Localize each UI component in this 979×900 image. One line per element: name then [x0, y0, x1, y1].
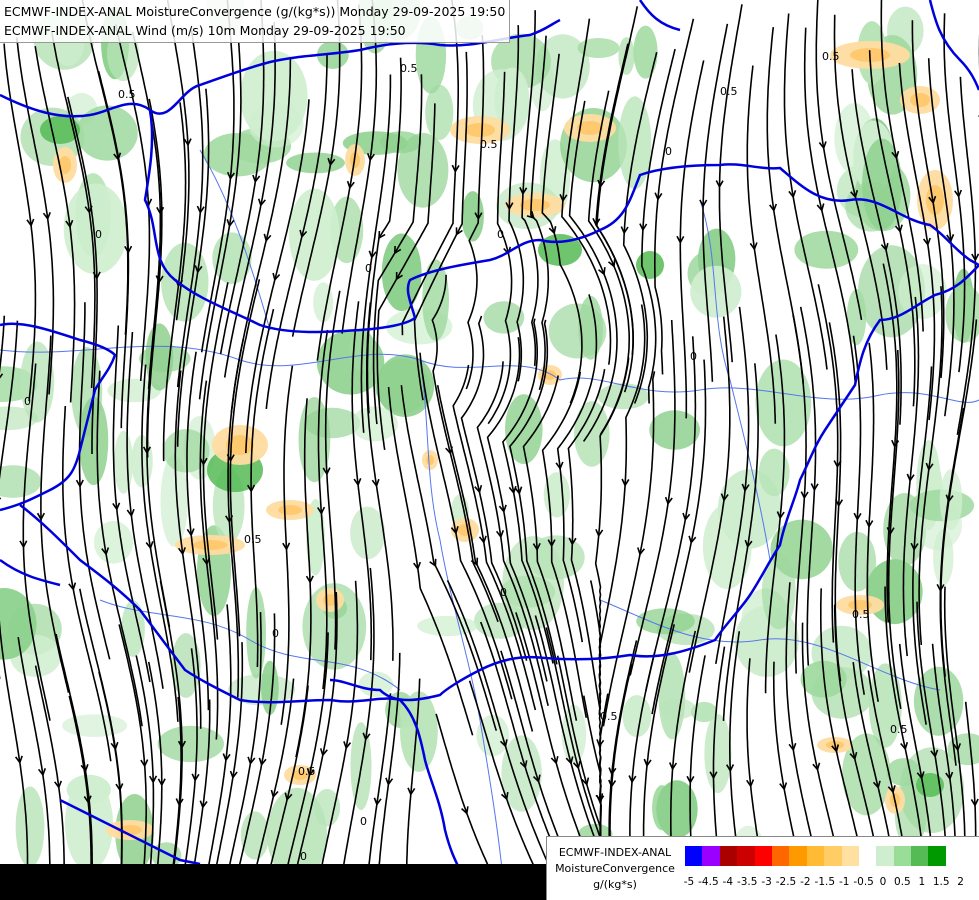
colorbar-swatch — [858, 846, 877, 866]
divergence-core — [278, 505, 302, 515]
colorbar-tick-label: 0.5 — [894, 876, 911, 888]
colorbar-tick-label: -3.5 — [736, 876, 758, 888]
colorbar-tick-label: -1 — [838, 876, 850, 888]
colorbar-tick-label: 2 — [957, 876, 964, 888]
contour-label: 0.5 — [480, 138, 498, 151]
convergence-area — [240, 811, 269, 860]
colorbar-swatch — [928, 846, 946, 866]
colorbar-tick-label: -1.5 — [814, 876, 836, 888]
colorbar-tick-label: -0.5 — [853, 876, 874, 888]
colorbar-tick-label: -2 — [800, 876, 811, 888]
colorbar-swatch — [771, 846, 790, 866]
colorbar-tick-label: -4 — [722, 876, 734, 888]
divergence-core — [465, 123, 495, 137]
contour-label: 0 — [365, 262, 372, 275]
contour-label: 0 — [95, 228, 102, 241]
colorbar-tick-label: -3 — [761, 876, 772, 888]
colorbar-tick-label: -5 — [683, 876, 695, 888]
contour-label: 0.5 — [298, 765, 316, 778]
title-moisture: ECMWF-INDEX-ANAL MoistureConvergence (g/… — [4, 4, 506, 19]
colorbar — [685, 846, 946, 866]
legend-model: ECMWF-INDEX-ANAL — [558, 846, 672, 859]
colorbar-tick-label: 1.5 — [932, 876, 950, 888]
contour-label: 0 — [360, 815, 367, 828]
convergence-area — [704, 714, 732, 794]
divergence-core — [426, 455, 434, 465]
contour-label: 0.5 — [720, 85, 738, 98]
colorbar-swatch — [754, 846, 772, 866]
convergence-area — [248, 102, 304, 148]
colorbar-swatch — [685, 846, 703, 866]
contour-label: 0 — [690, 350, 697, 363]
colorbar-swatch — [702, 846, 720, 866]
convergence-area — [690, 265, 742, 318]
colorbar-legend: ECMWF-INDEX-ANAL MoistureConvergence g/(… — [546, 836, 979, 900]
contour-label: 0.5 — [118, 88, 136, 101]
contour-label: 0.5 — [890, 723, 908, 736]
bottom-black-strip — [0, 864, 546, 900]
convergence-area — [350, 506, 386, 560]
contour-label: 0.5 — [852, 608, 870, 621]
convergence-area — [758, 448, 790, 497]
convergence-area — [76, 105, 138, 161]
colorbar-swatch — [806, 846, 825, 866]
contour-label: 0.5 — [400, 62, 418, 75]
convergence-area — [62, 714, 128, 737]
weather-map: 0.5 0.5 0.5 0.5 0 0 0 0 0 0.5 0.5 0 0 0.5 0.5 0 0 0.5 0.5 0… — [0, 0, 979, 900]
colorbar-swatch — [824, 846, 842, 866]
colorbar-swatch — [841, 846, 859, 866]
title-wind: ECMWF-INDEX-ANAL Wind (m/s) 10m Monday 2… — [4, 23, 406, 38]
colorbar-swatch — [911, 846, 929, 866]
contour-label: 0.5 — [244, 533, 262, 546]
convergence-area — [633, 25, 658, 79]
contour-label: 0 — [500, 586, 507, 599]
contour-label: 0 — [497, 228, 504, 241]
colorbar-swatch — [737, 846, 755, 866]
contour-label: 0 — [272, 627, 279, 640]
colorbar-tick-label: 0 — [879, 876, 887, 888]
map-canvas: 0.5 0.5 0.5 0.5 0 0 0 0 0 0.5 0.5 0 0 0.5 0.5 0 0 0.5 0.5 0 — [0, 0, 979, 900]
convergence-area — [15, 786, 45, 868]
contour-label: 0 — [300, 850, 307, 863]
divergence-core — [520, 199, 550, 211]
colorbar-swatch — [789, 846, 807, 866]
convergence-area — [417, 615, 478, 637]
legend-title: ECMWF-INDEX-ANAL MoistureConvergence g/(… — [547, 845, 683, 893]
map-title-box: ECMWF-INDEX-ANAL MoistureConvergence (g/… — [0, 0, 511, 43]
convergence-area — [618, 96, 652, 190]
colorbar-tick-label: 1 — [918, 876, 926, 888]
divergence-core — [192, 540, 228, 550]
colorbar-tick-label: -4.5 — [698, 876, 719, 888]
strong-convergence-area — [636, 251, 664, 279]
colorbar-swatch — [893, 846, 912, 866]
convergence-area — [114, 430, 133, 494]
convergence-area — [656, 780, 698, 839]
colorbar-tick-label: -2.5 — [775, 876, 797, 888]
divergence-core — [910, 93, 930, 107]
contour-label: 0.5 — [600, 710, 618, 723]
contour-label: 0.5 — [822, 50, 840, 63]
convergence-area — [659, 698, 696, 720]
convergence-area — [93, 521, 134, 564]
contour-label: 0 — [24, 395, 31, 408]
convergence-area — [289, 188, 340, 281]
colorbar-swatch — [719, 846, 738, 866]
convergence-area — [157, 725, 224, 763]
contour-label: 0 — [665, 145, 672, 158]
convergence-area — [622, 695, 652, 738]
legend-unit: g/(kg*s) — [593, 878, 637, 891]
colorbar-swatch — [876, 846, 894, 866]
convergence-area — [286, 152, 345, 174]
legend-variable: MoistureConvergence — [555, 862, 675, 875]
